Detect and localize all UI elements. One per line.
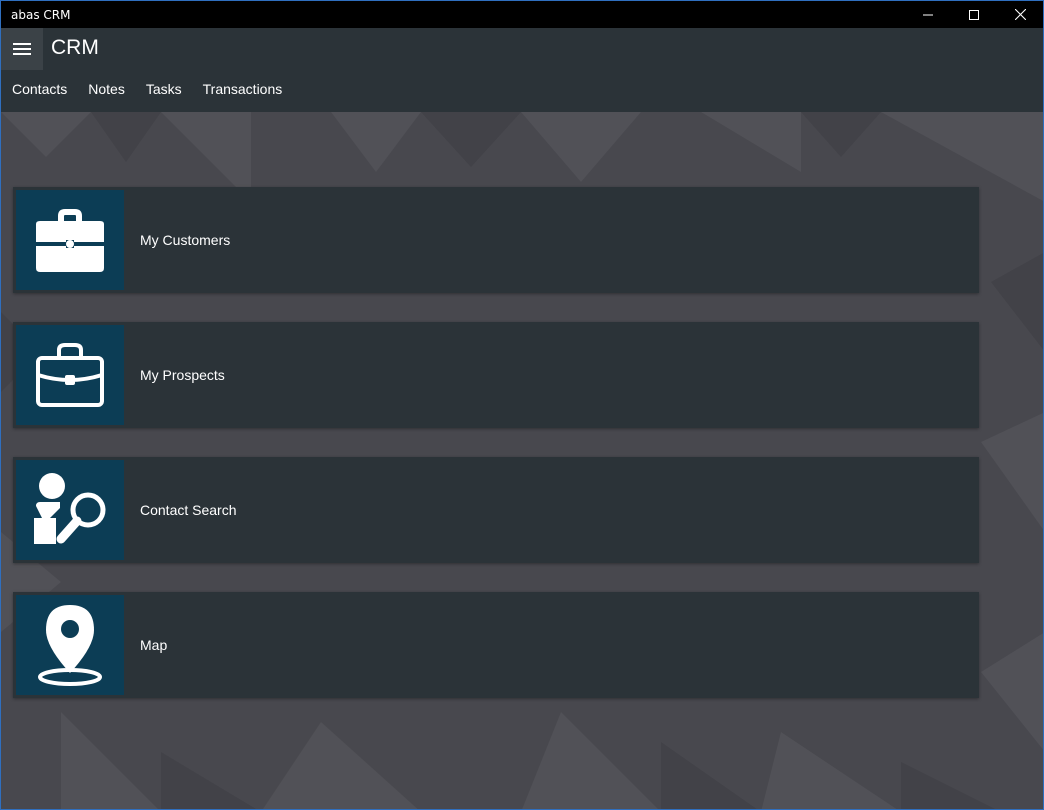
tile-icon-box	[16, 595, 124, 695]
tile-icon-box	[16, 190, 124, 290]
close-icon	[1014, 9, 1026, 20]
nav-item-transactions[interactable]: Transactions	[203, 81, 283, 97]
title-bar: abas CRM	[1, 1, 1043, 28]
map-pin-icon	[38, 605, 102, 686]
tile-label: Contact Search	[140, 502, 237, 518]
tile-icon-box	[16, 325, 124, 425]
person-search-icon	[34, 473, 106, 544]
hamburger-menu-button[interactable]	[1, 28, 43, 70]
minimize-icon	[923, 14, 933, 15]
nav-item-notes[interactable]: Notes	[88, 81, 125, 97]
maximize-button[interactable]	[951, 1, 997, 28]
briefcase-outline-icon	[36, 343, 104, 407]
tile-label: My Customers	[140, 232, 231, 248]
tile-map[interactable]: Map	[13, 592, 979, 698]
close-button[interactable]	[997, 1, 1043, 28]
main-content: My Customers My Prospects Contact Search…	[1, 112, 1043, 809]
tile-contact-search[interactable]: Contact Search	[13, 457, 979, 563]
app-header: CRM Contacts Notes Tasks Transactions	[1, 28, 1043, 112]
tile-label: My Prospects	[140, 367, 225, 383]
tile-my-customers[interactable]: My Customers	[13, 187, 979, 293]
nav-item-tasks[interactable]: Tasks	[146, 81, 182, 97]
tile-label: Map	[140, 637, 168, 653]
hamburger-icon	[13, 40, 31, 58]
app-name: CRM	[51, 36, 99, 59]
window-title: abas CRM	[11, 7, 71, 22]
maximize-icon	[969, 9, 979, 20]
briefcase-filled-icon	[36, 209, 104, 272]
tile-icon-box	[16, 460, 124, 560]
app-window: abas CRM CRM Contacts Notes Tasks Transa…	[0, 0, 1044, 810]
nav-item-contacts[interactable]: Contacts	[12, 81, 67, 97]
tile-my-prospects[interactable]: My Prospects	[13, 322, 979, 428]
tile-list: My Customers My Prospects Contact Search…	[13, 187, 979, 727]
minimize-button[interactable]	[905, 1, 951, 28]
top-nav: Contacts Notes Tasks Transactions	[1, 81, 292, 97]
window-controls	[905, 1, 1043, 28]
